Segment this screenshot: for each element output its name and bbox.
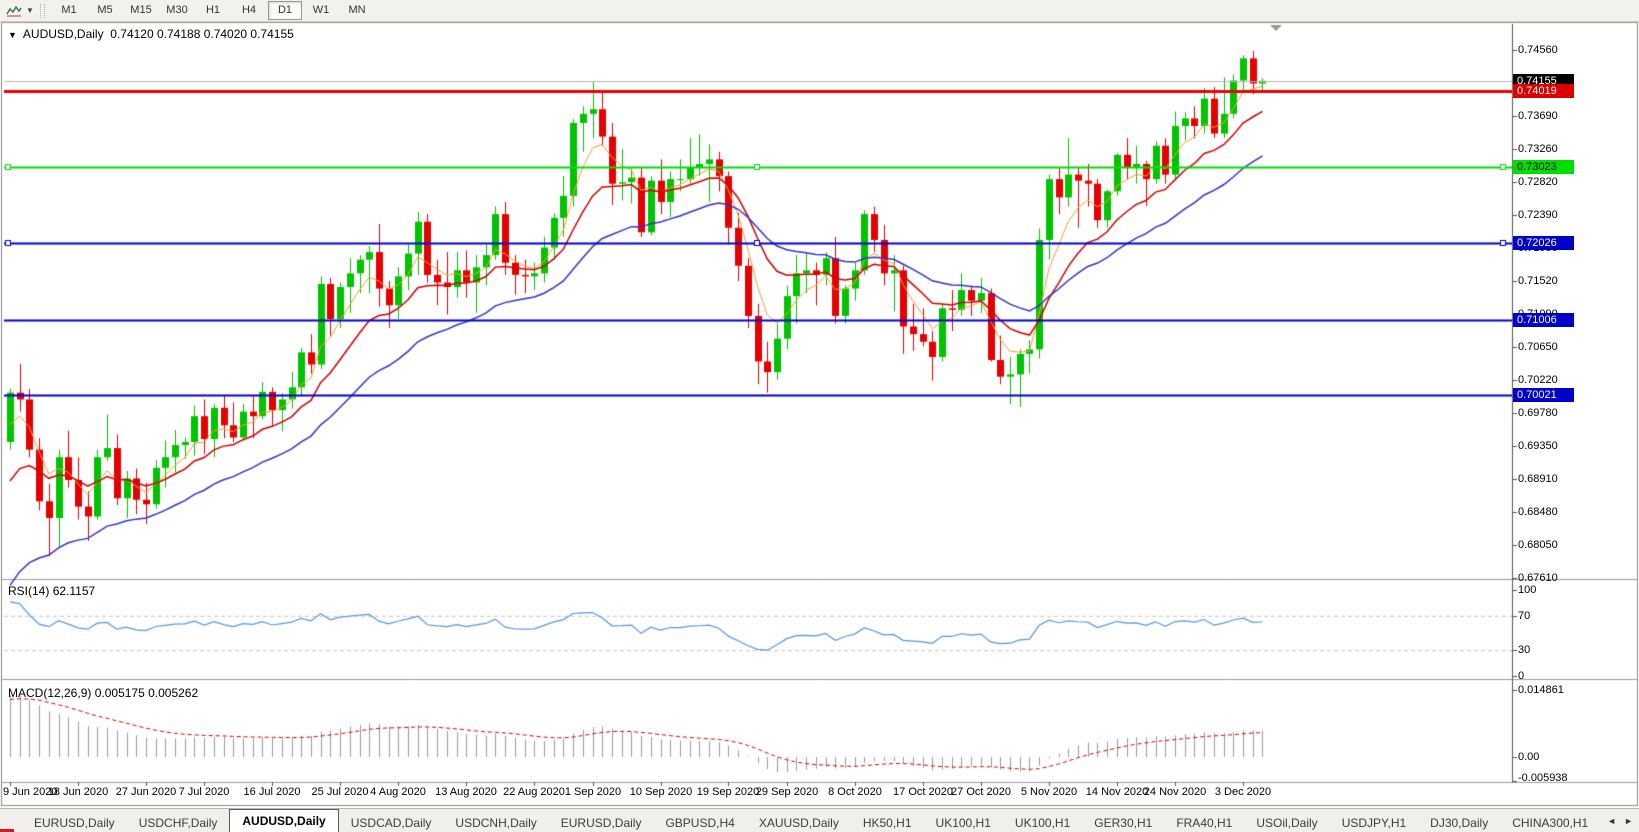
macd-scale-label: 0.00 (1518, 751, 1540, 763)
chart-tab-usdchf-daily[interactable]: USDCHF,Daily (127, 813, 230, 832)
timeframe-button-m15[interactable]: M15 (124, 1, 158, 20)
chart-mode-icon[interactable] (4, 3, 24, 19)
timeframe-button-h4[interactable]: H4 (232, 1, 266, 20)
date-tick-label: 27 Oct 2020 (951, 786, 1011, 798)
timeframe-button-mn[interactable]: MN (340, 1, 374, 20)
rsi-indicator-label: RSI(14) 62.1157 (8, 584, 96, 598)
hline-price-tag: 0.72026 (1513, 236, 1574, 250)
chart-tab-usdjpy-h1[interactable]: USDJPY,H1 (1330, 813, 1418, 832)
rsi-scale-label: 0 (1518, 670, 1525, 682)
chart-tab-uk100-h1[interactable]: UK100,H1 (924, 813, 1003, 832)
date-tick-label: 10 Sep 2020 (629, 786, 693, 798)
date-tick-label: 16 Jul 2020 (243, 786, 301, 798)
timeframe-button-m30[interactable]: M30 (160, 1, 194, 20)
chart-tab-uk100-h1[interactable]: UK100,H1 (1003, 813, 1082, 832)
price-tick-label: 0.73260 (1518, 143, 1558, 155)
chart-tab-hk50-h1[interactable]: HK50,H1 (851, 813, 924, 832)
price-tick-label: 0.70220 (1518, 374, 1558, 386)
chart-tab-dj30-daily[interactable]: DJ30,Daily (1418, 813, 1500, 832)
hline-price-tag: 0.73023 (1513, 160, 1574, 174)
chart-tab-eurusd-daily[interactable]: EURUSD,Daily (549, 813, 654, 832)
tab-scroll-left-icon[interactable]: ◄ (1607, 816, 1616, 826)
chart-tab-usoil-daily[interactable]: USOil,Daily (1244, 813, 1329, 832)
chart-tab-ger30-h1[interactable]: GER30,H1 (1082, 813, 1164, 832)
date-tick-label: 4 Aug 2020 (370, 786, 426, 798)
timeframe-button-w1[interactable]: W1 (304, 1, 338, 20)
price-tick-label: 0.67610 (1518, 572, 1558, 584)
tab-scroll-buttons: ◄ ► (1601, 809, 1639, 832)
date-tick-label: 18 Jun 2020 (47, 786, 109, 798)
price-tick-label: 0.72390 (1518, 209, 1558, 221)
chart-tabs: EURUSD,Daily USDCHF,Daily AUDUSD,Daily USDC… (0, 809, 1601, 832)
date-tick-label: 13 Aug 2020 (435, 786, 497, 798)
price-tick-label: 0.70650 (1518, 341, 1558, 353)
chart-tab-usdcad-daily[interactable]: USDCAD,Daily (339, 813, 444, 832)
hline-price-tag: 0.74019 (1513, 84, 1574, 98)
price-tick-label: 0.68480 (1518, 506, 1558, 518)
chart-tab-usdcnh-daily[interactable]: USDCNH,Daily (443, 813, 548, 832)
hline-price-tag: 0.70021 (1513, 388, 1574, 402)
hline-price-tag: 0.71006 (1513, 313, 1574, 327)
chart-ohlc-values: 0.74120 0.74188 0.74020 0.74155 (110, 27, 294, 41)
timeframe-button-d1[interactable]: D1 (268, 1, 302, 20)
price-tick-label: 0.74560 (1518, 44, 1558, 56)
price-tick-label: 0.71520 (1518, 275, 1558, 287)
date-tick-label: 22 Aug 2020 (503, 786, 565, 798)
price-tick-label: 0.73690 (1518, 110, 1558, 122)
rsi-scale-label: 100 (1518, 584, 1537, 596)
price-tick-label: 0.69780 (1518, 407, 1558, 419)
date-tick-label: 17 Oct 2020 (893, 786, 953, 798)
trading-app-window: ▼ M1 M5 M15 M30 H1 H4 D1 W1 MN ▼ AUDUSD,Daily 0.7… (0, 0, 1639, 832)
date-tick-label: 3 Dec 2020 (1214, 786, 1272, 798)
chart-tab-eurusd-daily[interactable]: EURUSD,Daily (22, 813, 127, 832)
toolbar-grip-handle[interactable] (40, 3, 45, 18)
timeframe-button-m5[interactable]: M5 (88, 1, 122, 20)
date-tick-label: 29 Sep 2020 (755, 786, 819, 798)
rsi-value: 62.1157 (52, 584, 96, 598)
macd-scale-label: 0.014861 (1518, 684, 1564, 696)
timeframe-button-h1[interactable]: H1 (196, 1, 230, 20)
timeframe-buttons: M1 M5 M15 M30 H1 H4 D1 W1 MN (51, 1, 375, 20)
date-tick-label: 25 Jul 2020 (311, 786, 369, 798)
rsi-scale-label: 70 (1518, 610, 1531, 622)
chart-tab-gbpusd-h4[interactable]: GBPUSD,H4 (653, 813, 746, 832)
price-tick-label: 0.68050 (1518, 539, 1558, 551)
chart-collapse-icon[interactable]: ▼ (8, 30, 17, 40)
chart-tab-bar: EURUSD,Daily USDCHF,Daily AUDUSD,Daily USDC… (0, 808, 1639, 832)
chart-tab-xauusd-daily[interactable]: XAUUSD,Daily (747, 813, 851, 832)
date-tick-label: 1 Sep 2020 (564, 786, 622, 798)
chart-symbol-label: AUDUSD,Daily (22, 27, 104, 41)
macd-scale-label: -0.005938 (1518, 772, 1568, 784)
chart-tab-china300-h1[interactable]: CHINA300,H1 (1500, 813, 1600, 832)
date-tick-label: 24 Nov 2020 (1143, 786, 1207, 798)
chart-title: ▼ AUDUSD,Daily 0.74120 0.74188 0.74020 0.… (8, 27, 294, 41)
price-chart-canvas[interactable] (0, 0, 1639, 832)
timeframe-toolbar: ▼ M1 M5 M15 M30 H1 H4 D1 W1 MN (0, 0, 1639, 22)
date-tick-label: 27 Jun 2020 (115, 786, 177, 798)
rsi-scale-label: 30 (1518, 644, 1531, 656)
date-tick-label: 8 Oct 2020 (828, 786, 882, 798)
price-tick-label: 0.72820 (1518, 176, 1558, 188)
macd-indicator-label: MACD(12,26,9) 0.005175 0.005262 (8, 686, 199, 700)
macd-values: 0.005175 0.005262 (94, 686, 199, 700)
chart-tab-audusd-daily[interactable]: AUDUSD,Daily (229, 809, 339, 832)
date-tick-label: 5 Nov 2020 (1020, 786, 1078, 798)
date-tick-label: 19 Sep 2020 (696, 786, 760, 798)
tab-scroll-right-icon[interactable]: ► (1624, 816, 1633, 826)
chevron-down-icon[interactable]: ▼ (24, 6, 36, 15)
price-tick-label: 0.68910 (1518, 473, 1558, 485)
price-tick-label: 0.69350 (1518, 440, 1558, 452)
date-tick-label: 7 Jul 2020 (178, 786, 230, 798)
chart-tab-fra40-h1[interactable]: FRA40,H1 (1164, 813, 1244, 832)
timeframe-button-m1[interactable]: M1 (52, 1, 86, 20)
date-tick-label: 14 Nov 2020 (1085, 786, 1149, 798)
